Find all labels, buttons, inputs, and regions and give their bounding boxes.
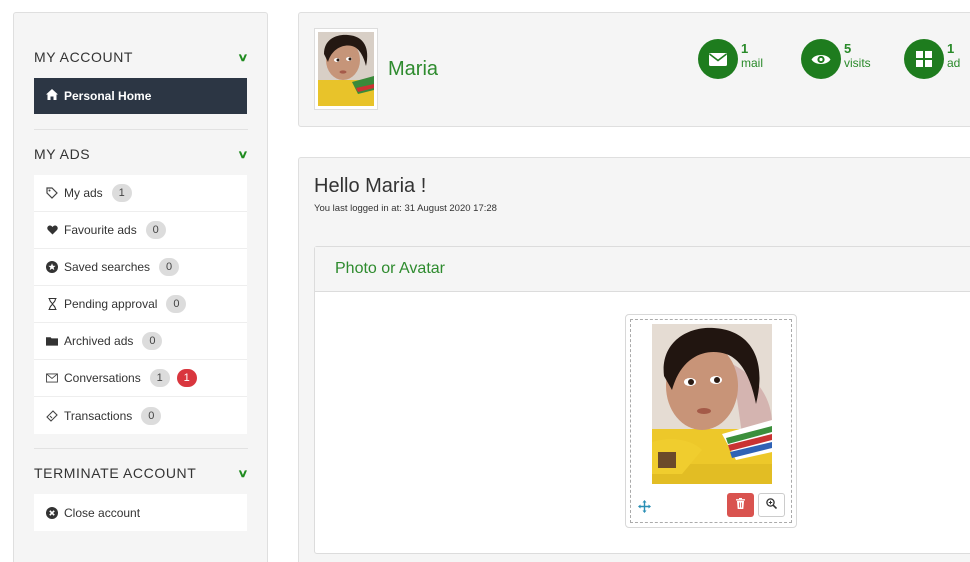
terminate-menu: Close account <box>34 494 247 531</box>
terminate-account-title: TERMINATE ACCOUNT <box>34 465 197 481</box>
heart-icon <box>46 224 58 236</box>
sidebar-item-personal-home[interactable]: Personal Home <box>34 78 247 114</box>
last-login-text: You last logged in at: 31 August 2020 17… <box>314 203 497 214</box>
profile-header: Maria 1 mail 5 visits 1 ad <box>298 12 970 127</box>
sidebar-item-label: Pending approval <box>64 297 158 311</box>
chevron-down-icon: ∨ <box>237 467 250 480</box>
sidebar-item-label: Conversations <box>64 371 141 385</box>
photo-panel-title: Photo or Avatar <box>315 247 970 292</box>
zoom-in-icon <box>766 496 778 514</box>
stat-mail[interactable]: 1 mail <box>698 39 763 79</box>
stat-visits-value: 5 <box>844 41 852 56</box>
sidebar-item-label: Archived ads <box>64 334 134 348</box>
delete-photo-button[interactable] <box>727 493 754 517</box>
photo-dropzone[interactable] <box>630 319 792 523</box>
envelope-icon <box>46 372 58 384</box>
stat-ads[interactable]: 1 ad <box>904 39 960 79</box>
sidebar-item-pending-approval[interactable]: Pending approval 0 <box>34 286 247 323</box>
stat-mail-label: mail <box>741 56 764 70</box>
ticket-icon <box>46 409 58 422</box>
my-account-header[interactable]: MY ACCOUNT ∨ <box>34 49 250 65</box>
sidebar-item-transactions[interactable]: Transactions 0 <box>34 397 247 434</box>
photo-uploader <box>625 314 797 528</box>
count-badge: 1 <box>149 369 170 387</box>
sidebar-item-close-account[interactable]: Close account <box>34 494 247 531</box>
stat-ads-label: ad <box>947 56 961 70</box>
home-icon <box>46 89 58 103</box>
terminate-account-header[interactable]: TERMINATE ACCOUNT ∨ <box>34 465 250 481</box>
sidebar-item-label: Close account <box>64 505 141 520</box>
count-badge: 0 <box>142 332 163 350</box>
photo-panel: Photo or Avatar <box>314 246 970 554</box>
divider <box>34 129 248 130</box>
chevron-down-icon: ∨ <box>237 51 250 64</box>
folder-icon <box>46 335 58 347</box>
eye-icon <box>801 39 841 79</box>
my-ads-menu: My ads 1 Favourite ads 0 Saved searches … <box>34 175 247 434</box>
divider <box>34 448 248 449</box>
avatar-photo <box>318 32 374 106</box>
envelope-icon <box>698 39 738 79</box>
star-circle-icon <box>46 261 58 273</box>
sidebar-item-label: Favourite ads <box>64 223 137 237</box>
avatar[interactable] <box>314 28 378 110</box>
sidebar-item-label: Transactions <box>64 408 133 423</box>
move-icon[interactable] <box>638 500 651 518</box>
sidebar-item-conversations[interactable]: Conversations 1 1 <box>34 360 247 397</box>
dashboard-main: Hello Maria ! You last logged in at: 31 … <box>298 157 970 562</box>
sidebar-item-favourite-ads[interactable]: Favourite ads 0 <box>34 212 247 249</box>
chevron-down-icon: ∨ <box>237 148 250 161</box>
sidebar-item-label: Personal Home <box>64 89 152 103</box>
account-sidebar: MY ACCOUNT ∨ Personal Home MY ADS ∨ My a… <box>13 12 268 562</box>
sidebar-item-my-ads[interactable]: My ads 1 <box>34 175 247 212</box>
profile-username[interactable]: Maria <box>388 58 438 81</box>
stat-ads-value: 1 <box>947 41 955 56</box>
count-badge: 0 <box>159 258 180 276</box>
my-ads-title: MY ADS <box>34 146 91 162</box>
zoom-photo-button[interactable] <box>758 493 785 517</box>
count-badge: 0 <box>145 221 166 239</box>
sidebar-item-archived-ads[interactable]: Archived ads 0 <box>34 323 247 360</box>
greeting-title: Hello Maria ! <box>314 175 427 197</box>
sidebar-item-label: Saved searches <box>64 260 151 274</box>
sidebar-item-saved-searches[interactable]: Saved searches 0 <box>34 249 247 286</box>
sidebar-item-label: My ads <box>64 186 103 200</box>
stat-visits[interactable]: 5 visits <box>801 39 871 79</box>
count-badge: 1 <box>111 184 132 202</box>
unread-badge: 1 <box>176 369 197 387</box>
my-ads-header[interactable]: MY ADS ∨ <box>34 146 250 162</box>
hourglass-icon <box>46 298 58 310</box>
my-account-title: MY ACCOUNT <box>34 49 134 65</box>
grid-icon <box>904 39 944 79</box>
count-badge: 0 <box>141 406 162 425</box>
stat-mail-value: 1 <box>741 41 749 56</box>
profile-photo <box>652 324 772 484</box>
trash-icon <box>736 496 745 514</box>
times-circle-icon <box>46 506 58 519</box>
tags-icon <box>46 187 58 199</box>
count-badge: 0 <box>166 295 187 313</box>
stat-visits-label: visits <box>844 56 871 70</box>
